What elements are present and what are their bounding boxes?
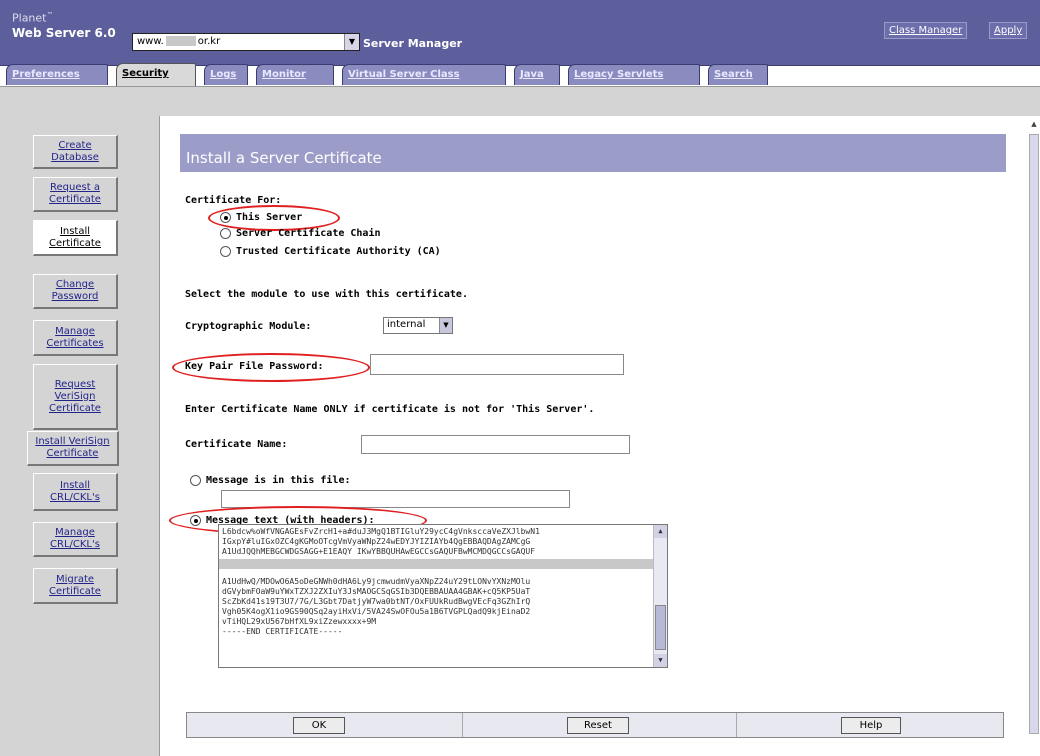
sidebar-item-manage-certificates[interactable]: Manage Certificates <box>33 320 118 356</box>
tab-virtual-server-class[interactable]: Virtual Server Class <box>342 64 506 85</box>
class-manager-link[interactable]: Class Manager <box>884 22 968 39</box>
brand-name: Planet <box>12 11 47 25</box>
ok-button[interactable]: OK <box>293 717 345 734</box>
scroll-thumb[interactable] <box>1029 134 1039 734</box>
option-ca-label: Trusted Certificate Authority (CA) <box>236 246 441 257</box>
chevron-down-icon[interactable]: ▼ <box>344 34 359 50</box>
certificate-name-label: Certificate Name: <box>185 439 288 450</box>
tab-security[interactable]: Security <box>116 63 196 86</box>
message-text-area[interactable]: L6bdcw%oWfVNGAGEsFvZrcH1+a#duJ3MgQ1BTIGl… <box>218 524 668 668</box>
message-file-label: Message is in this file: <box>206 475 351 486</box>
certificate-for-label: Certificate For: <box>185 195 282 206</box>
product-name: Web Server 6.0 <box>12 25 116 40</box>
server-manager-label: Server Manager <box>363 37 463 50</box>
crypto-module-label: Cryptographic Module: <box>185 321 312 332</box>
crypto-module-value: internal <box>387 319 426 330</box>
certificate-name-input[interactable] <box>361 435 630 454</box>
key-pair-password-label: Key Pair File Password: <box>185 361 324 372</box>
select-module-instruction: Select the module to use with this certi… <box>185 289 468 300</box>
main-content: Install a Server Certificate Certificate… <box>160 116 1028 756</box>
option-this-server-label: This Server <box>236 212 303 223</box>
option-chain-label: Server Certificate Chain <box>236 228 381 239</box>
apply-link[interactable]: Apply <box>989 22 1028 39</box>
textarea-scrollbar[interactable]: ▲ ▼ <box>653 525 667 667</box>
sidebar-item-request-verisign-certificate[interactable]: Request VeriSign Certificate <box>33 364 118 430</box>
sidebar: Create Database Request a Certificate In… <box>0 116 160 756</box>
toolbar-band <box>0 86 1040 116</box>
tab-bar: Preferences Security Logs Monitor Virtua… <box>4 63 1040 86</box>
server-select[interactable]: www. or.kr ▼ <box>132 33 360 51</box>
certificate-line: A1UdJQQhMEBGCWDGSAGG+E1EAQY IKwYBBQUHAwE… <box>222 547 536 556</box>
redacted-hostname <box>165 36 196 46</box>
reset-button-cell: Reset <box>463 713 737 737</box>
chevron-up-icon[interactable]: ▲ <box>654 525 667 538</box>
server-prefix: www. <box>137 36 164 47</box>
sidebar-item-request-certificate[interactable]: Request a Certificate <box>33 177 118 212</box>
certificate-line: -----END CERTIFICATE----- <box>222 627 343 636</box>
help-button-cell: Help <box>737 713 1003 737</box>
radio-this-server[interactable] <box>220 212 231 223</box>
scroll-thumb[interactable] <box>655 605 666 650</box>
top-banner: Planet™ Web Server 6.0 www. or.kr ▼ Serve… <box>0 0 1040 66</box>
key-pair-password-input[interactable] <box>370 354 624 375</box>
ok-button-cell: OK <box>187 713 463 737</box>
radio-message-text[interactable] <box>190 515 201 526</box>
sidebar-item-install-verisign-certificate[interactable]: Install VeriSign Certificate <box>27 431 119 466</box>
sidebar-item-install-crl-ckl[interactable]: Install CRL/CKL's <box>33 473 118 511</box>
tab-preferences[interactable]: Preferences <box>6 64 108 85</box>
trademark-mark: ™ <box>46 11 54 19</box>
reset-button[interactable]: Reset <box>567 717 629 734</box>
chevron-down-icon[interactable]: ▼ <box>654 654 667 667</box>
help-button[interactable]: Help <box>841 717 901 734</box>
tab-java[interactable]: Java <box>514 64 560 85</box>
sidebar-item-manage-crl-ckl[interactable]: Manage CRL/CKL's <box>33 522 118 557</box>
tab-logs[interactable]: Logs <box>204 64 248 85</box>
selected-line <box>219 559 667 569</box>
sidebar-item-migrate-certificate[interactable]: Migrate Certificate <box>33 568 118 604</box>
button-bar: OK Reset Help <box>186 712 1004 738</box>
page-title: Install a Server Certificate <box>180 134 1006 172</box>
certificate-name-instruction: Enter Certificate Name ONLY if certifica… <box>185 404 595 415</box>
crypto-module-select[interactable]: internal ▼ <box>383 317 453 334</box>
sidebar-item-change-password[interactable]: Change Password <box>33 274 118 309</box>
server-suffix: or.kr <box>197 36 221 47</box>
radio-trusted-ca[interactable] <box>220 246 231 257</box>
radio-server-certificate-chain[interactable] <box>220 228 231 239</box>
tab-monitor[interactable]: Monitor <box>256 64 334 85</box>
message-file-input[interactable] <box>221 490 570 508</box>
sidebar-item-install-certificate[interactable]: Install Certificate <box>33 220 118 256</box>
page-scrollbar[interactable]: ▲ <box>1028 116 1040 756</box>
sidebar-item-create-database[interactable]: Create Database <box>33 135 118 169</box>
radio-message-in-file[interactable] <box>190 475 201 486</box>
chevron-down-icon[interactable]: ▼ <box>439 318 452 333</box>
brand-logo: Planet™ Web Server 6.0 <box>12 8 116 41</box>
tab-search[interactable]: Search <box>708 64 768 85</box>
chevron-up-icon[interactable]: ▲ <box>1028 118 1040 130</box>
tab-legacy-servlets[interactable]: Legacy Servlets <box>568 64 700 85</box>
